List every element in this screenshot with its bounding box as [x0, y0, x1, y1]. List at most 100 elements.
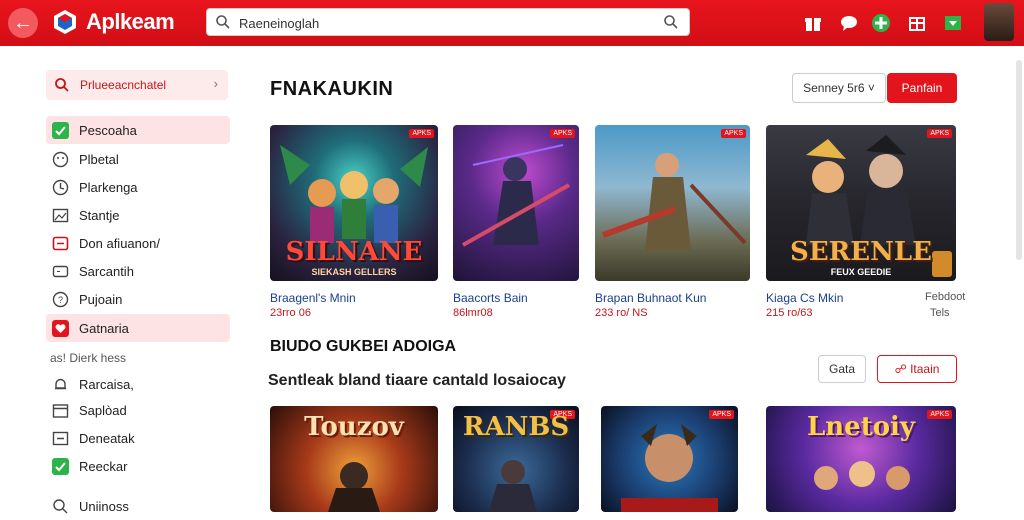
app-name[interactable]: Aplkeam [86, 9, 175, 35]
link-icon: ☍ [894, 362, 907, 376]
sidebar-item[interactable]: Uniinoss [46, 492, 230, 520]
calendar-icon [52, 404, 69, 418]
sidebar-item[interactable]: ? Pujoain [46, 285, 230, 313]
card-meta: 233 ro/ NS [595, 307, 648, 319]
sidebar-item[interactable]: Rarcaisa, [46, 370, 230, 398]
characters-art [601, 153, 747, 251]
cover-title: SILNANE [285, 237, 423, 267]
card-title[interactable]: Brapan Buhnaot Kun [595, 291, 706, 305]
card-side-title: Febdoot [925, 291, 966, 303]
sidebar-item[interactable]: Pescoaha [46, 116, 230, 144]
cover-title: SERENLE [790, 237, 932, 267]
game-card[interactable]: APKS Lnetoiy [766, 406, 956, 512]
chevron-right-icon: › [213, 76, 218, 91]
sidebar-item-label: Plbetal [79, 152, 119, 167]
card-meta: 86lmr08 [453, 307, 493, 319]
grid-gift-icon[interactable] [906, 12, 928, 34]
check-icon [52, 122, 69, 139]
gift-icon[interactable] [802, 12, 824, 34]
sidebar-item-label: Rarcaisa, [79, 377, 134, 392]
search-icon [55, 78, 69, 92]
section-subheading: Sentleak bland tiaare cantald losaiocay [268, 372, 566, 389]
game-cover: APKS SILNANE SIEKASH GELLERS [270, 125, 438, 281]
bell-icon [55, 378, 66, 390]
gamepad-icon [52, 265, 69, 278]
add-icon[interactable] [870, 12, 892, 34]
game-card[interactable]: APKS SERENLE FEUX GEEDIE Kiaga Cs Mkin 2… [766, 125, 956, 319]
page-title: FNAKAUKIN [270, 78, 394, 100]
sidebar-item-label: Plarkenga [79, 180, 138, 195]
scrollbar[interactable] [1016, 60, 1022, 260]
game-card[interactable]: APKS [601, 406, 738, 512]
game-cover: APKS SERENLE FEUX GEEDIE [766, 125, 956, 281]
sort-label: Senney 5r6 [803, 81, 865, 95]
game-card[interactable]: APKS Brapan Buhnaot Kun 233 ro/ NS [595, 125, 750, 319]
card-badge: APKS [409, 129, 434, 138]
card-title[interactable]: Baacorts Bain [453, 291, 528, 305]
search-box[interactable] [206, 8, 690, 36]
secondary-action-button[interactable]: ☍ Itaain [877, 355, 957, 383]
image-icon [52, 208, 69, 223]
avatar[interactable] [984, 3, 1014, 41]
sidebar-item-label: Pescoaha [79, 123, 137, 138]
sidebar-item[interactable]: Plarkenga [46, 173, 230, 201]
game-cover: APKS [595, 125, 750, 281]
app-logo-icon [54, 10, 76, 34]
sidebar-item[interactable]: Saplòad [46, 396, 230, 424]
cover-subtitle: SIEKASH GELLERS [311, 267, 397, 277]
sidebar-item[interactable]: Reeckar [46, 452, 230, 480]
sidebar-search-label: Prlueeacnchatel [80, 78, 167, 92]
svg-text:?: ? [58, 295, 63, 305]
window-icon [52, 236, 69, 251]
chat-icon[interactable] [838, 12, 860, 34]
section-heading: BIUDO GUKBEI ADOIGA [270, 338, 457, 355]
download-icon[interactable] [942, 12, 964, 34]
card-side-meta: Tels [930, 307, 950, 319]
sidebar-subheading: as! Dierk hess [46, 344, 230, 372]
sidebar-item[interactable]: Plbetal [46, 145, 230, 173]
search-submit-icon[interactable] [663, 14, 679, 30]
characters-art [489, 460, 537, 512]
card-meta: 23rro 06 [270, 307, 311, 319]
game-card[interactable]: APKS Baacorts Bain 86lmr08 [453, 125, 579, 319]
history-icon [52, 179, 69, 196]
sidebar-item-label: Sarcantih [79, 264, 134, 279]
sidebar-item-label: Reeckar [79, 459, 128, 474]
game-card[interactable]: Touzov [270, 406, 438, 512]
search-icon [53, 499, 68, 514]
back-arrow-button[interactable]: ← [8, 8, 38, 38]
sidebar: Prlueeacnchatel › Pescoaha Plbetal Plark… [40, 62, 236, 514]
primary-action-button[interactable]: Panfain [887, 73, 957, 103]
sidebar-item[interactable]: Stantje [46, 201, 230, 229]
sidebar-item-label: Deneatak [79, 431, 135, 446]
sidebar-subheading-label: as! Dierk hess [50, 351, 127, 365]
game-card[interactable]: APKS RANBS [453, 406, 579, 512]
chevron-down-icon: ˅ [867, 81, 875, 95]
sidebar-item[interactable]: Sarcantih [46, 257, 230, 285]
card-title[interactable]: Kiaga Cs Mkin [766, 291, 843, 305]
cover-subtitle: FEUX GEEDIE [830, 267, 892, 277]
sidebar-search[interactable]: Prlueeacnchatel › [46, 70, 228, 100]
sidebar-item[interactable]: Don afiuanon/ [46, 229, 230, 257]
minus-box-icon [52, 431, 69, 446]
characters-art [328, 462, 380, 512]
game-card[interactable]: APKS SILNANE SIEKASH GELLERS Braagenl's … [270, 125, 438, 319]
characters-art [462, 144, 570, 247]
top-bar: ← Aplkeam [0, 0, 1024, 46]
search-icon [216, 15, 230, 29]
sort-dropdown[interactable]: Senney 5r6 ˅ [792, 73, 886, 103]
card-meta: 215 ro/63 [766, 307, 813, 319]
sidebar-item-label: Don afiuanon/ [79, 236, 160, 251]
heart-icon [52, 320, 69, 337]
sidebar-item-label: Pujoain [79, 292, 123, 307]
sidebar-item-label: Stantje [79, 208, 120, 223]
game-cover: APKS [453, 125, 579, 281]
sidebar-item[interactable]: Deneatak [46, 424, 230, 452]
sidebar-item-label: Gatnaria [79, 321, 129, 336]
search-input[interactable] [239, 13, 639, 33]
card-title[interactable]: Braagenl's Mnin [270, 291, 356, 305]
filter-button[interactable]: Gata [818, 355, 866, 383]
sidebar-item[interactable]: Gatnaria [46, 314, 230, 342]
check-icon [52, 458, 69, 475]
question-icon: ? [52, 291, 69, 308]
